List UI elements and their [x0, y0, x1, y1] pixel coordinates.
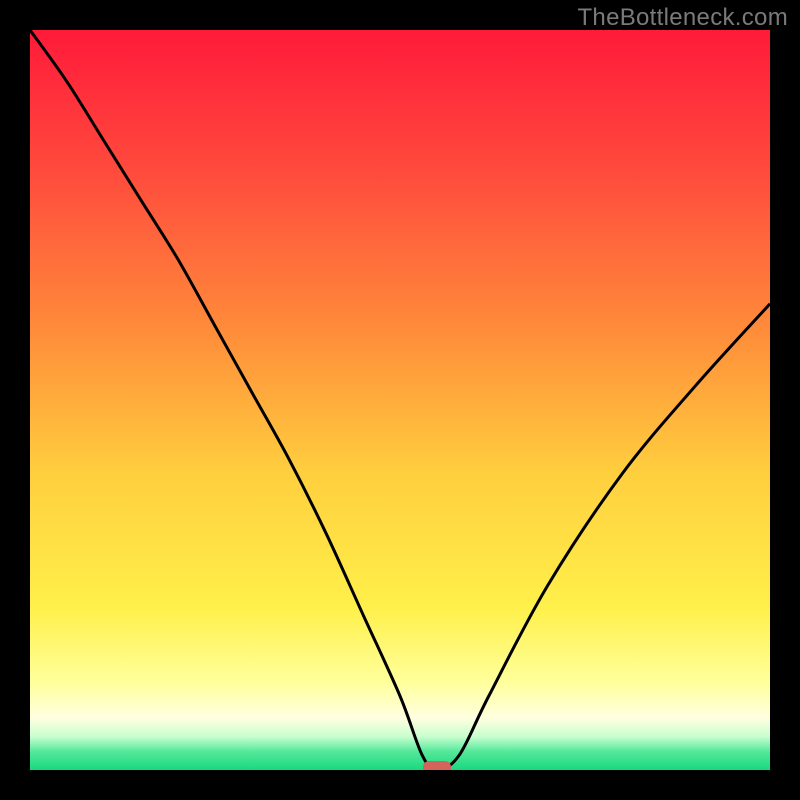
watermark-text: TheBottleneck.com: [577, 4, 788, 32]
plot-svg: [30, 30, 770, 770]
gradient-background: [30, 30, 770, 770]
chart-frame: TheBottleneck.com: [0, 0, 800, 800]
optimal-marker: [423, 761, 451, 770]
plot-area: [30, 30, 770, 770]
